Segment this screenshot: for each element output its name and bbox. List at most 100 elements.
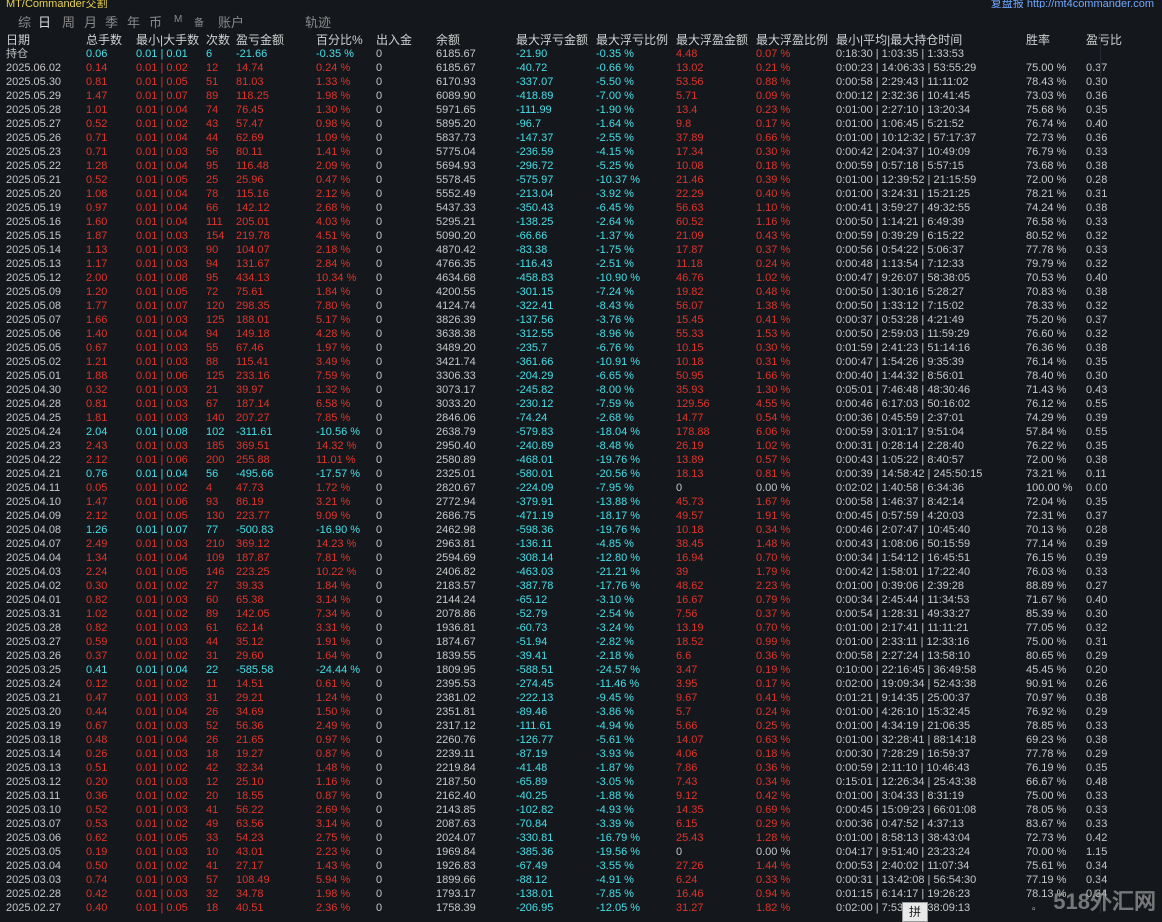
table-cell: 76.03 % [1026,566,1067,578]
table-cell: 2772.94 [436,496,476,508]
column-header[interactable]: 最大浮亏比例 [596,33,674,47]
table-row[interactable]: 2025.04.25 1.81 0.01 | 0.03 140 207.27 7.85 %… [0,411,1107,425]
column-header[interactable]: 最大浮盈金额 [676,33,754,47]
tab-5[interactable]: 年 [127,12,140,31]
table-row[interactable]: 2025.03.07 0.53 0.01 | 0.02 49 63.56 3.14 % 0 2… [0,817,1107,831]
table-row[interactable]: 2025.05.19 0.97 0.01 | 0.04 66 142.12 2.68 % 0… [0,201,1107,215]
table-row[interactable]: 2025.03.26 0.37 0.01 | 0.02 31 29.60 1.64 % 0 1… [0,649,1107,663]
column-header[interactable]: 出入金 [376,33,434,47]
table-row[interactable]: 2025.05.28 1.01 0.01 | 0.04 74 76.45 1.30 % 0 5… [0,103,1107,117]
table-row[interactable]: 2025.03.10 0.52 0.01 | 0.03 41 56.22 2.69 % 0 2… [0,803,1107,817]
table-row[interactable]: 2025.03.20 0.44 0.01 | 0.04 26 34.69 1.50 % 0 2… [0,705,1107,719]
table-row[interactable]: 2025.03.25 0.41 0.01 | 0.04 22 -585.58 -24.44… [0,663,1107,677]
column-header[interactable]: 最大浮亏金额 [516,33,594,47]
column-header[interactable]: 最大浮盈比例 [756,33,834,47]
column-header[interactable]: 最小|平均|最大持仓时间 [836,33,1024,47]
table-row[interactable]: 2025.05.20 1.08 0.01 | 0.04 78 115.16 2.12 % 0… [0,187,1107,201]
table-cell: 434.13 [236,272,270,284]
table-row[interactable]: 2025.03.21 0.47 0.01 | 0.03 31 29.21 1.24 % 0 2… [0,691,1107,705]
table-cell: 0.01 | 0.03 [136,384,188,396]
table-row[interactable]: 2025.04.28 0.81 0.01 | 0.03 67 187.14 6.58 % 0… [0,397,1107,411]
tab-4[interactable]: 季 [105,12,118,31]
column-header[interactable]: 胜率 [1026,33,1084,47]
table-row[interactable]: 2025.05.22 1.28 0.01 | 0.04 95 116.48 2.09 % 0… [0,159,1107,173]
table-row[interactable]: 2025.05.05 0.67 0.01 | 0.03 55 67.46 1.97 % 0 3… [0,341,1107,355]
header-link[interactable]: 复盘报 http://mt4commander.com [991,0,1154,8]
table-row[interactable]: 2025.05.07 1.66 0.01 | 0.03 125 188.01 5.17 %… [0,313,1107,327]
column-header[interactable]: 日期 [6,33,84,47]
table-row[interactable]: 2025.03.04 0.50 0.01 | 0.02 41 27.17 1.43 % 0 1… [0,859,1107,873]
table-cell: 0:00:40 | 1:44:32 | 8:56:01 [836,370,965,382]
input-method-indicator[interactable]: 拼 [902,902,928,922]
tab-10[interactable]: 轨迹 [305,12,331,31]
tab-7[interactable]: M [174,14,182,25]
table-row[interactable]: 2025.05.02 1.21 0.01 | 0.03 88 115.41 3.49 % 0… [0,355,1107,369]
table-row[interactable]: 2025.05.23 0.71 0.01 | 0.03 56 80.11 1.41 % 0 5… [0,145,1107,159]
table-row[interactable]: 2025.03.11 0.36 0.01 | 0.02 20 18.55 0.87 % 0 2… [0,789,1107,803]
table-row[interactable]: 2025.05.29 1.47 0.01 | 0.07 89 118.25 1.98 % 0… [0,89,1107,103]
table-row[interactable]: 2025.05.09 1.20 0.01 | 0.05 72 75.61 1.84 % 0 4… [0,285,1107,299]
column-header[interactable]: 百分比% [316,33,374,47]
table-row[interactable]: 2025.04.22 2.12 0.01 | 0.06 200 255.88 11.01 … [0,453,1107,467]
table-row[interactable]: 2025.03.05 0.19 0.01 | 0.03 10 43.01 2.23 % 0 1… [0,845,1107,859]
table-row[interactable]: 2025.04.09 2.12 0.01 | 0.05 130 223.77 9.09 %… [0,509,1107,523]
table-row[interactable]: 2025.05.15 1.87 0.01 | 0.03 154 219.78 4.51 %… [0,229,1107,243]
table-row[interactable]: 2025.05.21 0.52 0.01 | 0.05 25 25.96 0.47 % 0 5… [0,173,1107,187]
table-row[interactable]: 2025.02.28 0.42 0.01 | 0.03 32 34.78 1.98 % 0 1… [0,887,1107,901]
table-row[interactable]: 2025.03.06 0.62 0.01 | 0.05 33 54.23 2.75 % 0 2… [0,831,1107,845]
table-cell: 37.89 [676,132,704,144]
table-row[interactable]: 2025.05.16 1.60 0.01 | 0.04 111 205.01 4.03 %… [0,215,1107,229]
column-header[interactable]: 余额 [436,33,514,47]
table-row[interactable]: 2025.04.30 0.32 0.01 | 0.03 21 39.97 1.32 % 0 3… [0,383,1107,397]
table-row[interactable]: 2025.04.02 0.30 0.01 | 0.02 27 39.33 1.84 % 0 2… [0,579,1107,593]
table-cell: 187.14 [236,398,270,410]
table-row[interactable]: 2025.05.06 1.40 0.01 | 0.04 94 149.18 4.28 % 0… [0,327,1107,341]
table-row[interactable]: 2025.03.12 0.20 0.01 | 0.03 12 25.10 1.16 % 0 2… [0,775,1107,789]
table-row[interactable]: 2025.04.21 0.76 0.01 | 0.04 56 -495.66 -17.57… [0,467,1107,481]
table-row[interactable]: 2025.05.12 2.00 0.01 | 0.08 95 434.13 10.34 %… [0,271,1107,285]
column-header[interactable]: 盈亏金额 [236,33,314,47]
table-row[interactable]: 2025.05.26 0.71 0.01 | 0.04 44 62.69 1.09 % 0 5… [0,131,1107,145]
table-row[interactable]: 2025.03.03 0.74 0.01 | 0.03 57 108.49 5.94 % 0… [0,873,1107,887]
open-position-row[interactable]: 持仓 0.06 0.01 | 0.01 6 -21.66 -0.35 % 0 6185.67 -… [0,47,1100,61]
tab-1[interactable]: 日 [38,12,51,31]
table-row[interactable]: 2025.04.23 2.43 0.01 | 0.03 185 369.51 14.32 … [0,439,1107,453]
table-row[interactable]: 2025.04.11 0.05 0.01 | 0.02 4 47.73 1.72 % 0 28… [0,481,1107,495]
table-row[interactable]: 2025.05.30 0.81 0.01 | 0.05 51 81.03 1.33 % 0 6… [0,75,1107,89]
table-row[interactable]: 2025.03.28 0.82 0.01 | 0.03 61 62.14 3.31 % 0 1… [0,621,1107,635]
table-row[interactable]: 2025.04.08 1.26 0.01 | 0.07 77 -500.83 -16.90… [0,523,1107,537]
tab-8[interactable]: 备 [194,14,204,29]
table-row[interactable]: 2025.04.01 0.82 0.01 | 0.03 60 65.38 3.14 % 0 2… [0,593,1107,607]
table-row[interactable]: 2025.04.24 2.04 0.01 | 0.08 102 -311.61 -10.5… [0,425,1107,439]
table-cell: 14.77 [676,412,704,424]
table-row[interactable]: 2025.03.31 1.02 0.01 | 0.02 89 142.05 7.34 % 0… [0,607,1107,621]
column-header[interactable]: 最小|大手数 [136,33,204,47]
table-row[interactable]: 2025.05.14 1.13 0.01 | 0.03 90 104.07 2.18 % 0… [0,243,1107,257]
column-header[interactable]: 次数 [206,33,234,47]
table-row[interactable]: 2025.03.19 0.67 0.01 | 0.03 52 56.36 2.49 % 0 2… [0,719,1107,733]
tab-9[interactable]: 账户 [218,12,244,31]
table-row[interactable]: 2025.05.13 1.17 0.01 | 0.03 94 131.67 2.84 % 0… [0,257,1107,271]
table-row[interactable]: 2025.04.07 2.49 0.01 | 0.03 210 369.12 14.23 … [0,537,1107,551]
column-header[interactable]: 盈亏比 [1086,33,1126,47]
table-row[interactable]: 2025.06.02 0.14 0.01 | 0.02 12 14.74 0.24 % 0 6… [0,61,1107,75]
table-row[interactable]: 2025.03.14 0.26 0.01 | 0.03 18 19.27 0.87 % 0 2… [0,747,1107,761]
table-cell: 6170.93 [436,76,476,88]
table-cell: -3.76 % [596,314,634,326]
resize-grip-icon[interactable]: ▫ [1032,904,1036,915]
tab-6[interactable]: 币 [149,12,162,31]
table-row[interactable]: 2025.03.24 0.12 0.01 | 0.02 11 14.51 0.61 % 0 2… [0,677,1107,691]
table-row[interactable]: 2025.04.10 1.47 0.01 | 0.06 93 86.19 3.21 % 0 2… [0,495,1107,509]
table-row[interactable]: 2025.04.03 2.24 0.01 | 0.05 146 223.25 10.22 … [0,565,1107,579]
tab-0[interactable]: 综 [18,12,31,31]
table-row[interactable]: 2025.03.27 0.59 0.01 | 0.03 44 35.12 1.91 % 0 1… [0,635,1107,649]
tab-2[interactable]: 周 [62,12,75,31]
table-row[interactable]: 2025.05.27 0.52 0.01 | 0.02 43 57.47 0.98 % 0 5… [0,117,1107,131]
table-row[interactable]: 2025.03.13 0.51 0.01 | 0.02 42 32.34 1.48 % 0 2… [0,761,1107,775]
tab-3[interactable]: 月 [84,12,97,31]
column-header[interactable]: 总手数 [86,33,134,47]
table-row[interactable]: 2025.04.04 1.34 0.01 | 0.04 109 187.87 7.81 %… [0,551,1107,565]
table-row[interactable]: 2025.05.01 1.88 0.01 | 0.06 125 233.16 7.59 %… [0,369,1107,383]
table-row[interactable]: 2025.05.08 1.77 0.01 | 0.07 120 298.35 7.80 %… [0,299,1107,313]
table-row[interactable]: 2025.03.18 0.48 0.01 | 0.04 26 21.65 0.97 % 0 2… [0,733,1107,747]
